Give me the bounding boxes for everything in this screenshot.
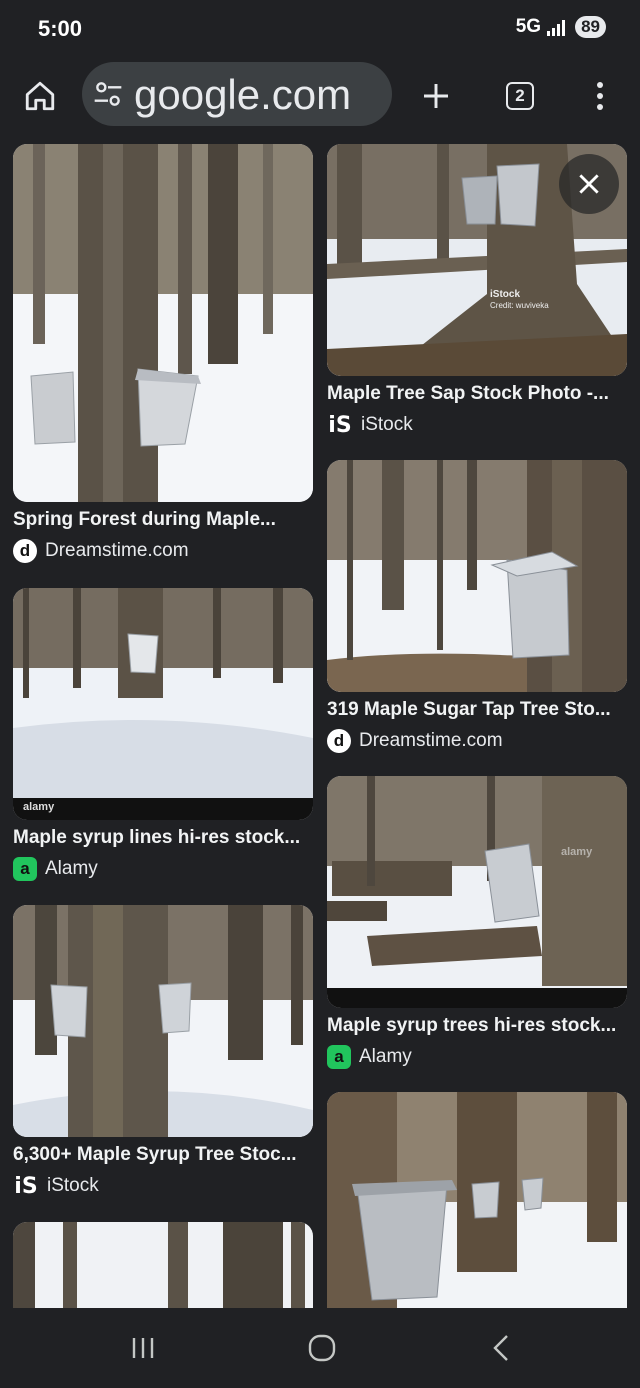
result-source[interactable]: a Alamy	[327, 1045, 627, 1069]
result-source[interactable]: iS iStock	[13, 1173, 313, 1199]
close-preview-button[interactable]	[559, 154, 619, 214]
more-vert-icon	[597, 82, 603, 110]
result-caption[interactable]: 319 Maple Sugar Tap Tree Sto...	[327, 699, 627, 721]
alamy-icon: a	[13, 857, 37, 881]
result-image[interactable]	[327, 1092, 627, 1308]
result-card[interactable]: 6,300+ Maple Syrup Tree Stoc... iS iStoc…	[13, 905, 313, 1199]
result-image[interactable]: alamy	[327, 776, 627, 1008]
home-nav-icon	[308, 1334, 336, 1362]
source-name: Dreamstime.com	[359, 730, 503, 751]
result-image[interactable]	[13, 144, 313, 502]
alamy-watermark: alamy	[23, 801, 55, 813]
source-name: Alamy	[45, 858, 98, 879]
clock: 5:00	[38, 16, 83, 41]
result-card[interactable]	[327, 1092, 627, 1308]
close-icon	[579, 174, 599, 194]
tab-switcher-icon: 2	[506, 82, 534, 110]
result-card[interactable]: iStock Credit: wuviveka Maple Tree Sap S…	[327, 144, 627, 438]
recents-icon	[132, 1338, 154, 1358]
source-name: Dreamstime.com	[45, 540, 189, 561]
source-name: iStock	[361, 414, 413, 435]
dreamstime-icon: d	[327, 729, 351, 753]
istock-icon: iS	[328, 412, 352, 438]
system-navigation-bar	[0, 1308, 640, 1388]
result-card[interactable]: alamy Maple syrup lines hi-res stock... …	[13, 588, 313, 881]
home-button[interactable]	[18, 74, 62, 118]
istock-credit: Credit: wuviveka	[490, 301, 549, 310]
tab-count: 2	[515, 86, 525, 105]
back-icon	[493, 1335, 508, 1361]
result-source[interactable]: a Alamy	[13, 857, 313, 881]
result-caption[interactable]: Maple syrup lines hi-res stock...	[13, 827, 313, 849]
tab-switcher-button[interactable]: 2	[498, 74, 542, 118]
istock-icon: iS	[14, 1173, 38, 1199]
status-icons: 5G 89	[516, 16, 606, 38]
home-icon	[25, 81, 55, 111]
result-card[interactable]	[13, 1222, 313, 1308]
result-image[interactable]	[327, 460, 627, 692]
tune-icon[interactable]	[92, 78, 124, 110]
result-image[interactable]	[13, 905, 313, 1137]
recents-button[interactable]	[118, 1326, 168, 1370]
source-name: iStock	[47, 1175, 99, 1196]
alamy-icon: a	[327, 1045, 351, 1069]
back-button[interactable]	[476, 1326, 526, 1370]
image-results-grid: Spring Forest during Maple... d Dreamsti…	[0, 142, 640, 1308]
home-nav-button[interactable]	[297, 1326, 347, 1370]
result-caption[interactable]: Spring Forest during Maple...	[13, 509, 313, 531]
status-bar: 5:00 5G 89	[0, 0, 640, 58]
alamy-watermark: alamy	[561, 846, 593, 858]
result-source[interactable]: iS iStock	[327, 412, 627, 438]
source-name: Alamy	[359, 1046, 412, 1067]
result-card[interactable]: Spring Forest during Maple... d Dreamsti…	[13, 144, 313, 563]
signal-icon	[547, 18, 566, 36]
result-image[interactable]: iStock Credit: wuviveka	[327, 144, 627, 376]
url-text[interactable]: google.com	[134, 71, 351, 119]
network-type: 5G	[515, 16, 542, 37]
new-tab-button[interactable]	[414, 74, 458, 118]
dreamstime-icon: d	[13, 539, 37, 563]
result-caption[interactable]: 6,300+ Maple Syrup Tree Stoc...	[13, 1144, 313, 1166]
browser-toolbar: google.com 2	[0, 58, 640, 140]
result-image[interactable]	[13, 1222, 313, 1308]
address-bar[interactable]: google.com	[82, 62, 392, 126]
menu-button[interactable]	[578, 74, 622, 118]
result-source[interactable]: d Dreamstime.com	[13, 539, 313, 563]
result-caption[interactable]: Maple syrup trees hi-res stock...	[327, 1015, 627, 1037]
istock-watermark: iStock	[490, 289, 521, 300]
result-card[interactable]: alamy Maple syrup trees hi-res stock... …	[327, 776, 627, 1069]
result-source[interactable]: d Dreamstime.com	[327, 729, 627, 753]
result-card[interactable]: 319 Maple Sugar Tap Tree Sto... d Dreams…	[327, 460, 627, 753]
battery-level: 89	[575, 16, 606, 38]
result-image[interactable]: alamy	[13, 588, 313, 820]
plus-icon	[424, 84, 448, 108]
result-caption[interactable]: Maple Tree Sap Stock Photo -...	[327, 383, 627, 405]
